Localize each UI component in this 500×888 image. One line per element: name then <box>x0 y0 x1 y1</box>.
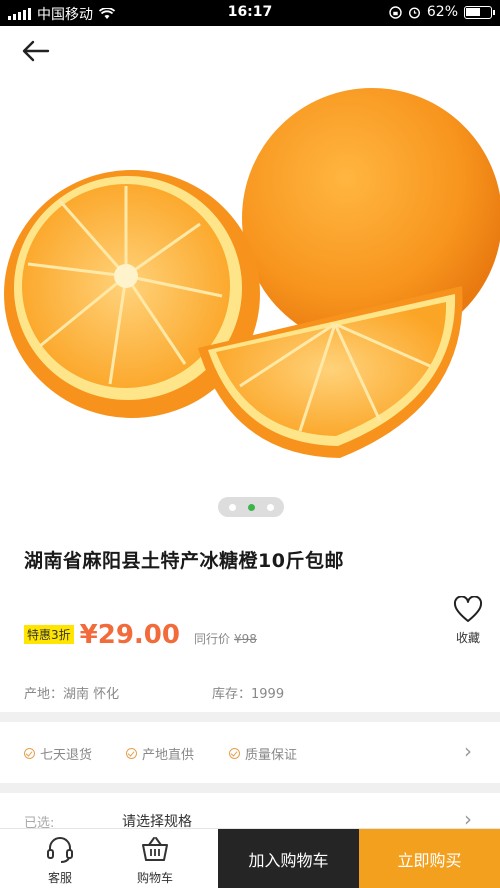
headset-icon <box>47 837 73 863</box>
promo-badge: 特惠3折 <box>24 625 74 644</box>
peer-price-value: ¥98 <box>234 632 257 646</box>
status-bar: 中国移动 16:17 62% <box>0 0 500 26</box>
back-arrow-icon <box>22 40 50 62</box>
origin-value: 湖南 怀化 <box>63 687 120 702</box>
stock-label: 库存： <box>212 687 252 702</box>
back-button[interactable] <box>18 36 54 66</box>
guarantee-item: 质量保证 <box>229 744 297 763</box>
battery-icon <box>464 5 495 19</box>
divider <box>0 783 500 793</box>
carousel-dot[interactable] <box>228 503 236 511</box>
guarantee-item: 七天退货 <box>24 744 92 763</box>
peer-price: 同行价 ¥98 <box>194 630 257 647</box>
product-title: 湖南省麻阳县土特产冰糖橙10斤包邮 <box>24 550 344 572</box>
add-to-cart-button[interactable]: 加入购物车 <box>218 829 359 888</box>
chevron-right-icon: › <box>464 739 472 763</box>
shopping-cart-label: 购物车 <box>136 871 173 885</box>
product-image[interactable] <box>0 26 500 526</box>
shopping-cart-button[interactable]: 购物车 <box>125 829 185 888</box>
favorite-label: 收藏 <box>455 631 480 645</box>
carousel-dot[interactable] <box>266 503 274 511</box>
customer-service-label: 客服 <box>47 871 72 885</box>
origin-label: 产地： <box>24 687 64 702</box>
service-guarantee-row[interactable]: 七天退货 产地直供 质量保证 › <box>0 733 500 773</box>
customer-service-button[interactable]: 客服 <box>30 829 90 888</box>
bottom-action-bar: 客服 购物车 加入购物车 立即购买 <box>0 828 500 888</box>
rotation-lock-icon <box>389 5 402 19</box>
check-circle-icon <box>229 748 240 759</box>
alarm-icon <box>408 6 420 19</box>
heart-icon <box>453 595 483 622</box>
guarantee-item: 产地直供 <box>126 744 194 763</box>
basket-icon <box>142 837 168 861</box>
price: ¥29.00 <box>79 620 180 650</box>
buy-now-button[interactable]: 立即购买 <box>359 829 500 888</box>
product-info: 产地：湖南 怀化 库存：1999 <box>24 683 484 702</box>
favorite-button[interactable]: 收藏 <box>448 595 488 646</box>
price-row: 特惠3折 ¥29.00 同行价 ¥98 <box>24 620 257 650</box>
orange-image <box>4 88 500 458</box>
stock: 库存：1999 <box>212 683 284 702</box>
battery-percent: 62% <box>426 4 458 20</box>
check-circle-icon <box>24 748 35 759</box>
check-circle-icon <box>126 748 137 759</box>
divider <box>0 712 500 722</box>
peer-price-label: 同行价 <box>193 632 230 646</box>
carousel-dot-active[interactable] <box>247 503 255 511</box>
stock-value: 1999 <box>251 687 285 702</box>
carousel-indicator <box>218 497 284 517</box>
